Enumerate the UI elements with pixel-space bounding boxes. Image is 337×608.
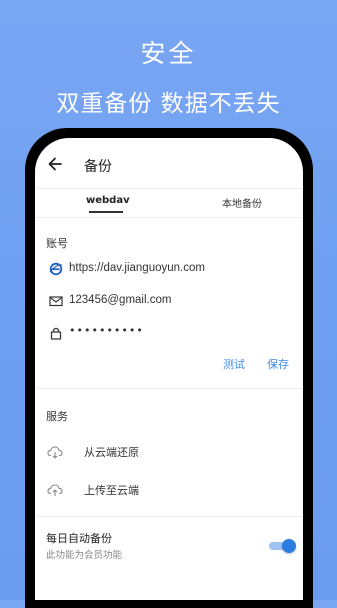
- headline-title: 安全: [140, 39, 197, 68]
- upload-to-cloud-label: 上传至云端: [84, 484, 139, 497]
- tab-active-indicator: [89, 211, 123, 213]
- section-divider: [35, 388, 303, 389]
- password-value: ••••••••••: [69, 324, 144, 337]
- upload-to-cloud-item[interactable]: 上传至云端: [47, 480, 297, 502]
- lock-icon: [50, 327, 62, 340]
- save-button[interactable]: 保存: [267, 356, 289, 372]
- account-section-label: 账号: [46, 237, 68, 250]
- email-value: 123456@gmail.com: [69, 294, 172, 306]
- page-title: 备份: [84, 159, 112, 175]
- server-url-value: https://dav.jianguoyun.com: [69, 262, 205, 274]
- cloud-download-icon: [47, 446, 63, 459]
- toggle-knob: [282, 539, 296, 553]
- service-section-label: 服务: [46, 410, 68, 423]
- server-url-field[interactable]: https://dav.jianguoyun.com: [49, 260, 299, 280]
- cloud-upload-icon: [47, 484, 63, 496]
- tab-local-backup[interactable]: 本地备份: [222, 195, 262, 210]
- test-button[interactable]: 测试: [223, 356, 245, 372]
- app-bar: 备份: [35, 138, 303, 188]
- arrow-left-icon: [48, 157, 62, 171]
- section-divider: [35, 516, 303, 517]
- tab-bar: webdav 本地备份: [35, 188, 303, 218]
- auto-backup-title: 每日自动备份: [46, 532, 112, 545]
- auto-backup-toggle[interactable]: [269, 539, 296, 553]
- phone-screen: 备份 webdav 本地备份 账号 https://dav.jianguoyun…: [35, 138, 303, 600]
- headline-subtitle: 双重备份 数据不丢失: [56, 91, 281, 117]
- auto-backup-subtitle: 此功能为会员功能: [46, 550, 123, 561]
- restore-from-cloud-label: 从云端还原: [84, 446, 139, 459]
- back-button[interactable]: [45, 154, 65, 174]
- tab-webdav[interactable]: webdav: [86, 195, 130, 206]
- mail-icon: [49, 296, 63, 307]
- browser-e-icon: [49, 262, 63, 276]
- restore-from-cloud-item[interactable]: 从云端还原: [47, 442, 297, 464]
- email-field[interactable]: 123456@gmail.com: [49, 292, 299, 312]
